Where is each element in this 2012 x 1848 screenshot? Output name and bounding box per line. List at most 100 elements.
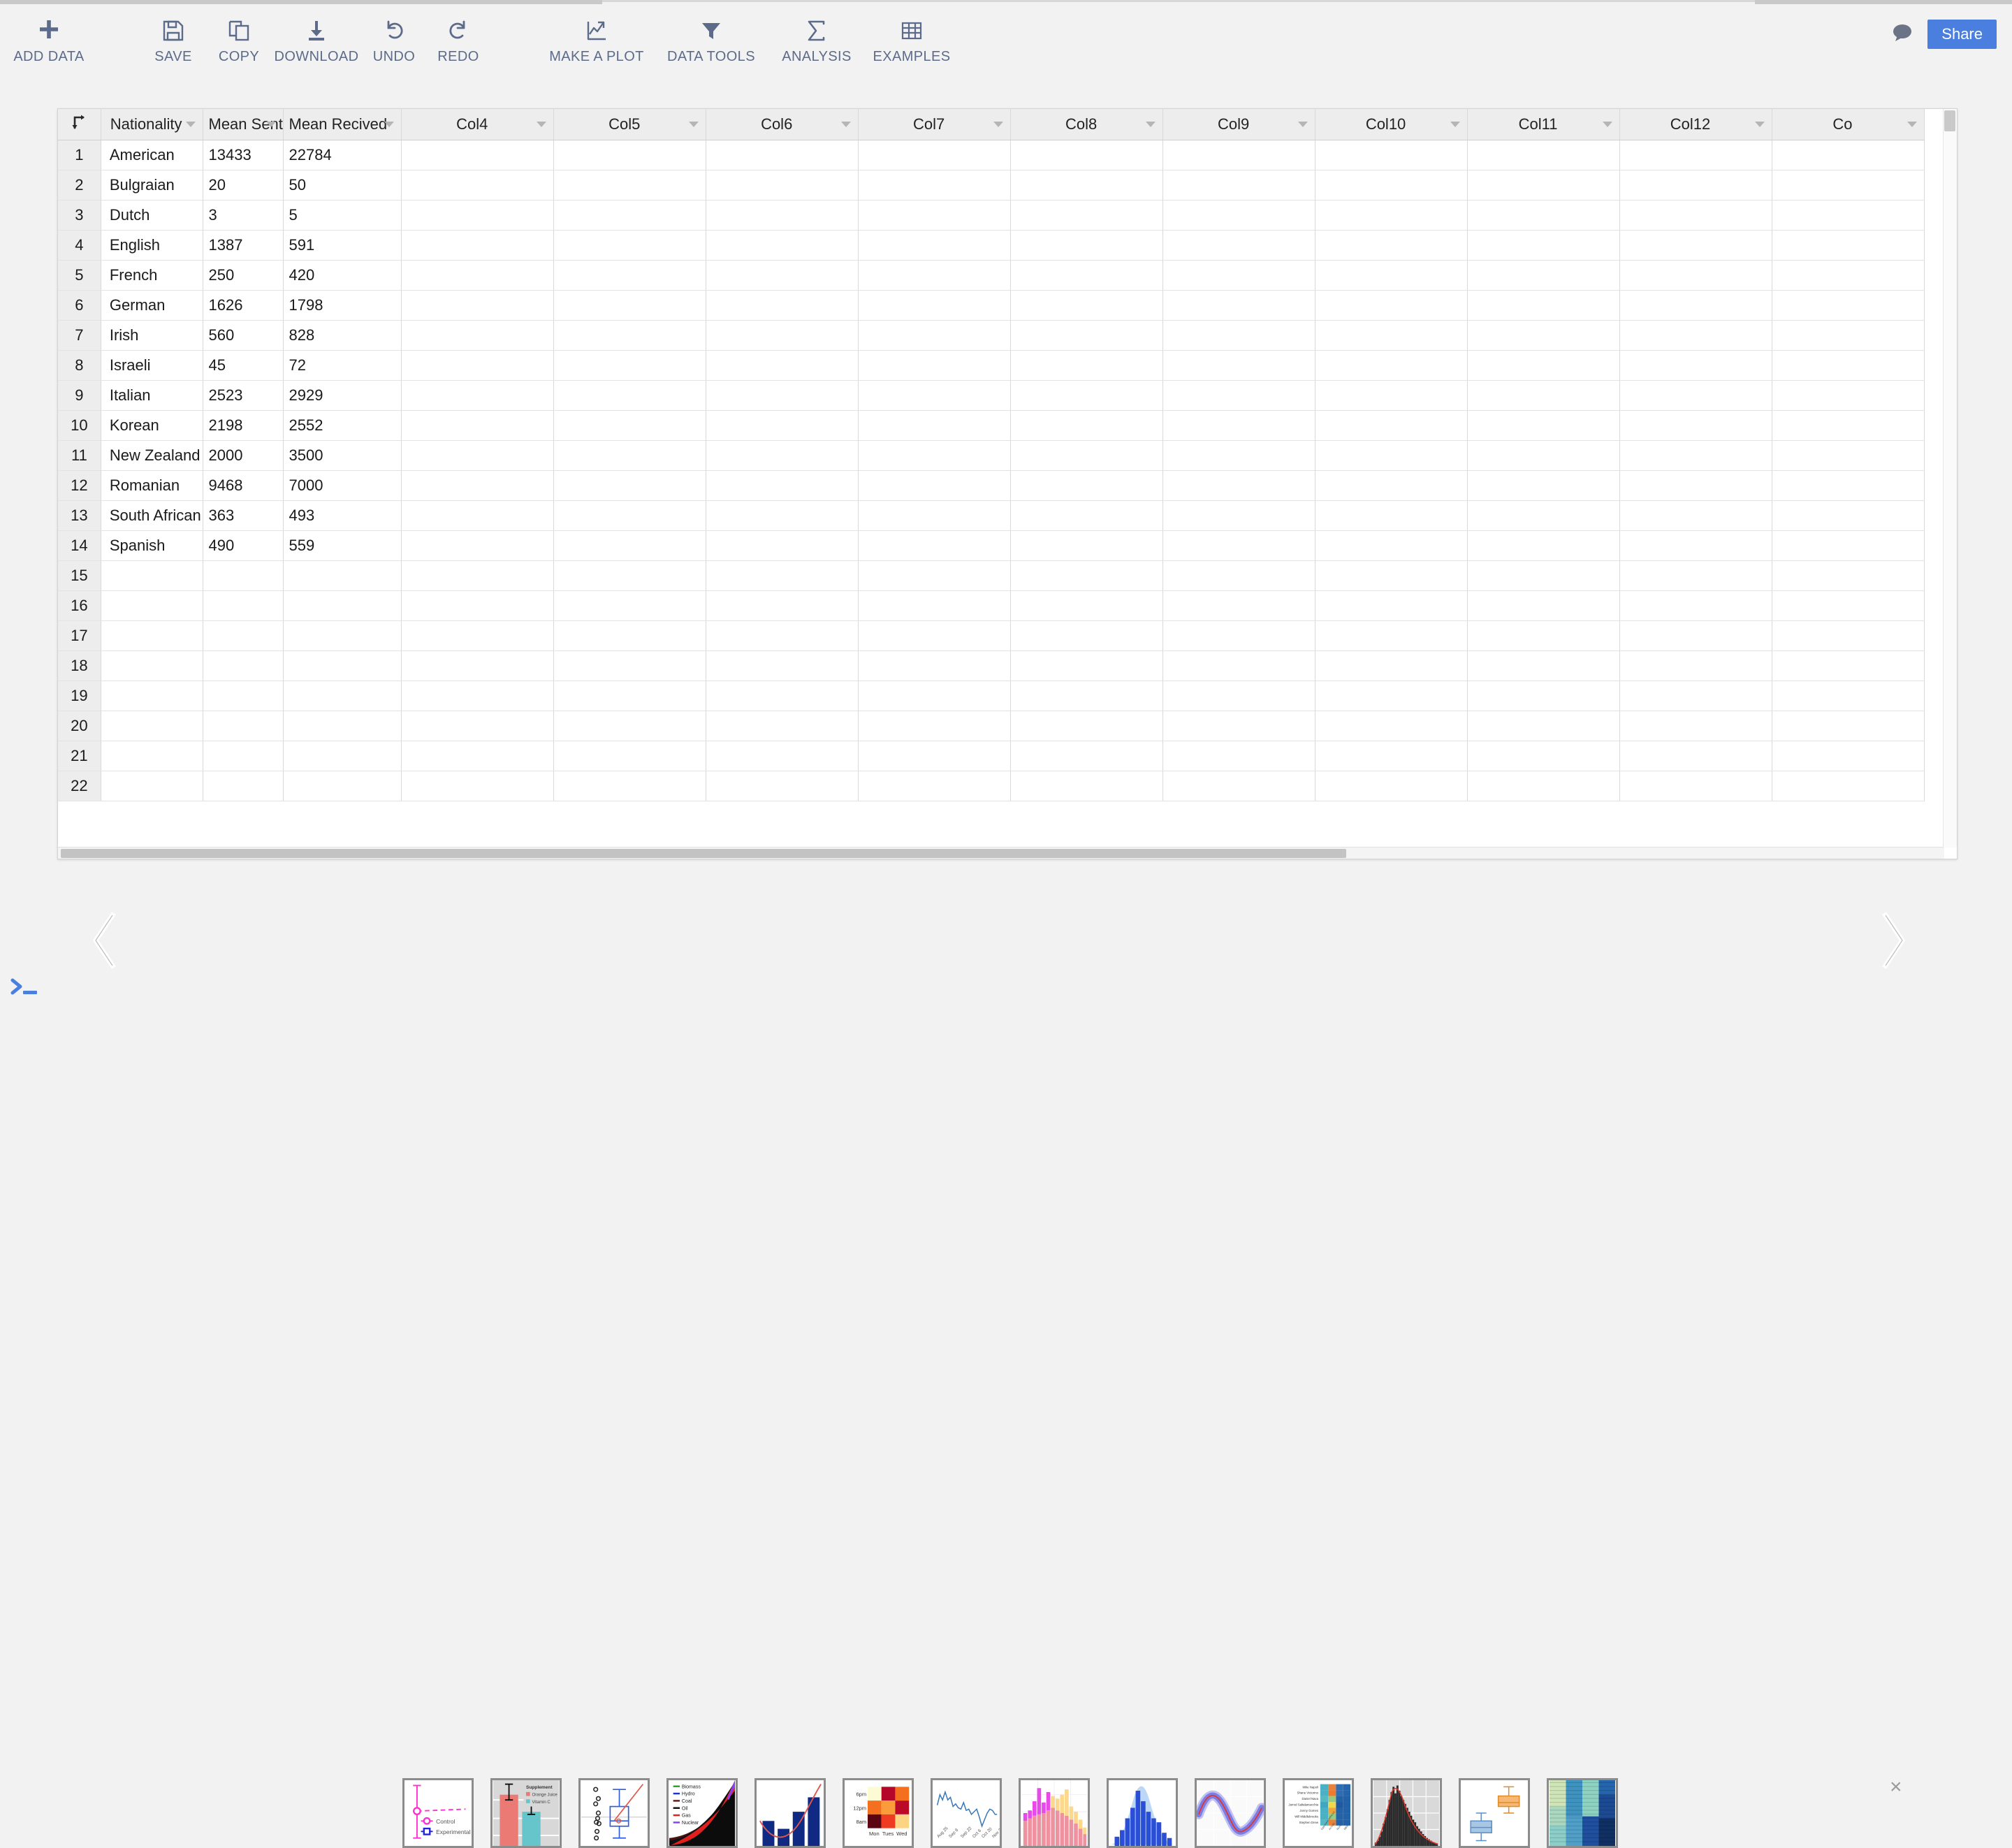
chevron-down-icon[interactable] (1907, 122, 1917, 127)
grid-cell[interactable] (554, 410, 706, 440)
grid-cell[interactable] (1772, 681, 1924, 711)
grid-cell[interactable] (203, 771, 283, 801)
column-header-col6[interactable]: Col6 (706, 109, 859, 140)
grid-cell[interactable] (402, 741, 554, 771)
grid-cell[interactable] (859, 380, 1011, 410)
grid-cell[interactable] (402, 290, 554, 320)
grid-cell[interactable] (1468, 741, 1620, 771)
grid-cell[interactable] (101, 711, 203, 741)
grid-cell[interactable]: 250 (203, 260, 283, 290)
row-number-cell[interactable]: 18 (58, 650, 101, 681)
grid-cell[interactable] (402, 711, 554, 741)
grid-cell[interactable] (1772, 470, 1924, 500)
grid-cell[interactable] (1620, 230, 1772, 260)
grid-cell[interactable]: Irish (101, 320, 203, 350)
grid-cell[interactable] (706, 200, 859, 230)
grid-cell[interactable]: 828 (283, 320, 402, 350)
grid-cell[interactable] (706, 290, 859, 320)
grid-cell[interactable]: Italian (101, 380, 203, 410)
grid-cell[interactable] (283, 560, 402, 590)
save-button[interactable]: SAVE (140, 5, 207, 65)
column-header-col5[interactable]: Col5 (554, 109, 706, 140)
grid-cell[interactable]: South African (101, 500, 203, 530)
grid-cell[interactable] (1772, 741, 1924, 771)
grid-cell[interactable] (1011, 440, 1163, 470)
grid-cell[interactable]: French (101, 260, 203, 290)
grid-cell[interactable] (1315, 230, 1468, 260)
column-header-col4[interactable]: Col4 (402, 109, 554, 140)
grid-cell[interactable] (1163, 290, 1315, 320)
grid-cell[interactable] (706, 320, 859, 350)
grid-cell[interactable] (1315, 290, 1468, 320)
grid-cell[interactable] (1468, 230, 1620, 260)
grid-cell[interactable] (859, 771, 1011, 801)
grid-cell[interactable]: 20 (203, 170, 283, 200)
grid-cell[interactable]: German (101, 290, 203, 320)
player-heatmap-thumbnail[interactable]: Mike Napoli Shane Victorino Daniel Nava … (1283, 1778, 1354, 1848)
grid-cell[interactable] (203, 681, 283, 711)
grid-cell[interactable] (554, 711, 706, 741)
grid-cell[interactable] (1163, 410, 1315, 440)
grid-cell[interactable] (1315, 440, 1468, 470)
grid-cell[interactable]: 420 (283, 260, 402, 290)
grid-cell[interactable] (1620, 320, 1772, 350)
grid-cell[interactable] (1620, 140, 1772, 170)
grid-cell[interactable] (554, 140, 706, 170)
vertical-scrollbar-thumb[interactable] (1944, 110, 1955, 131)
grid-cell[interactable] (859, 650, 1011, 681)
row-number-cell[interactable]: 4 (58, 230, 101, 260)
stacked-histogram-thumbnail[interactable] (1019, 1778, 1090, 1848)
grid-cell[interactable] (402, 771, 554, 801)
grid-cell[interactable]: 560 (203, 320, 283, 350)
chevron-down-icon[interactable] (186, 122, 196, 127)
grid-cell[interactable] (1620, 290, 1772, 320)
grid-cell[interactable] (1772, 140, 1924, 170)
grid-cell[interactable] (1011, 650, 1163, 681)
grid-cell[interactable] (1772, 500, 1924, 530)
analysis-button[interactable]: ANALYSIS (767, 5, 866, 65)
grid-cell[interactable] (402, 620, 554, 650)
grid-cell[interactable] (1315, 350, 1468, 380)
row-number-cell[interactable]: 15 (58, 560, 101, 590)
grid-cell[interactable] (101, 741, 203, 771)
grid-cell[interactable] (1315, 590, 1468, 620)
grid-cell[interactable]: 1626 (203, 290, 283, 320)
row-number-cell[interactable]: 11 (58, 440, 101, 470)
grid-cell[interactable] (1772, 170, 1924, 200)
grid-cell[interactable] (283, 590, 402, 620)
row-number-cell[interactable]: 21 (58, 741, 101, 771)
grid-cell[interactable] (554, 320, 706, 350)
grid-cell[interactable] (1468, 590, 1620, 620)
grid-cell[interactable] (554, 650, 706, 681)
grid-cell[interactable] (1620, 771, 1772, 801)
grid-cell[interactable] (1468, 711, 1620, 741)
grid-cell[interactable]: Bulgraian (101, 170, 203, 200)
grid-cell[interactable] (1011, 500, 1163, 530)
grid-cell[interactable] (859, 590, 1011, 620)
grid-cell[interactable] (1315, 380, 1468, 410)
grid-cell[interactable] (554, 500, 706, 530)
grid-cell[interactable] (1468, 500, 1620, 530)
grid-cell[interactable] (1011, 350, 1163, 380)
grid-cell[interactable] (859, 350, 1011, 380)
grid-cell[interactable] (859, 260, 1011, 290)
grid-cell[interactable] (1468, 380, 1620, 410)
grid-cell[interactable] (283, 620, 402, 650)
grid-cell[interactable] (554, 440, 706, 470)
grid-cell[interactable] (101, 560, 203, 590)
grid-cell[interactable] (554, 771, 706, 801)
row-number-cell[interactable]: 20 (58, 711, 101, 741)
grid-cell[interactable] (1011, 140, 1163, 170)
grid-cell[interactable]: 1387 (203, 230, 283, 260)
grid-cell[interactable] (1468, 170, 1620, 200)
grid-cell[interactable]: Dutch (101, 200, 203, 230)
grid-cell[interactable]: Romanian (101, 470, 203, 500)
gallery-close-button[interactable]: × (1890, 1777, 1902, 1798)
vertical-scrollbar-track[interactable] (1943, 109, 1957, 847)
grid-cell[interactable] (1468, 530, 1620, 560)
grid-cell[interactable] (1163, 140, 1315, 170)
grid-cell[interactable]: 45 (203, 350, 283, 380)
density-histogram-thumbnail[interactable] (1371, 1778, 1442, 1848)
grid-cell[interactable] (1011, 590, 1163, 620)
grid-cell[interactable]: 490 (203, 530, 283, 560)
